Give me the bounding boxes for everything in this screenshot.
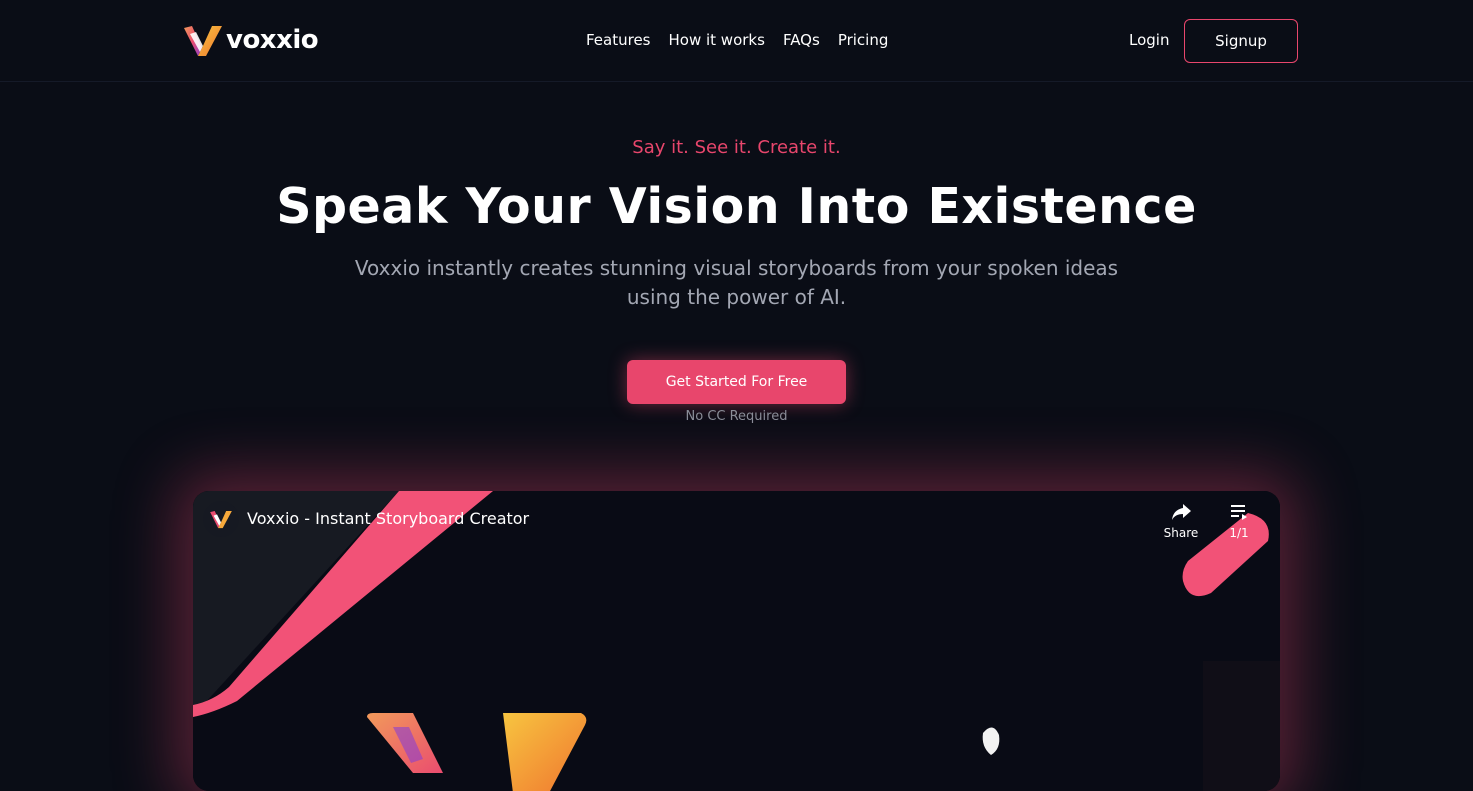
signup-button[interactable]: Signup xyxy=(1184,19,1298,63)
brand-logo[interactable]: voxxio xyxy=(182,22,319,58)
share-label: Share xyxy=(1163,526,1199,540)
main-nav: Features How it works FAQs Pricing xyxy=(586,29,888,51)
nav-item-features[interactable]: Features xyxy=(586,29,651,51)
video-player[interactable]: Voxxio - Instant Storyboard Creator Shar… xyxy=(193,491,1280,791)
share-button[interactable]: Share xyxy=(1159,501,1203,541)
site-header: voxxio Features How it works FAQs Pricin… xyxy=(0,0,1473,82)
voxxio-logo-icon xyxy=(210,511,232,529)
share-arrow-icon xyxy=(1172,504,1191,520)
login-link[interactable]: Login xyxy=(1129,29,1169,51)
voxxio-wordmark-graphic xyxy=(367,713,1000,791)
brand-name: voxxio xyxy=(226,25,319,55)
playlist-icon xyxy=(1231,505,1247,520)
playlist-button[interactable]: 1/1 xyxy=(1219,501,1259,541)
nav-item-how-it-works[interactable]: How it works xyxy=(669,29,765,51)
get-started-button[interactable]: Get Started For Free xyxy=(627,360,846,404)
nav-item-pricing[interactable]: Pricing xyxy=(838,29,889,51)
playlist-count: 1/1 xyxy=(1229,526,1249,540)
hero-headline: Speak Your Vision Into Existence xyxy=(276,178,1197,235)
hero-subheadline: Voxxio instantly creates stunning visual… xyxy=(354,256,1119,309)
video-title[interactable]: Voxxio - Instant Storyboard Creator xyxy=(247,508,529,530)
voxxio-logo-icon xyxy=(184,26,222,56)
nav-item-faqs[interactable]: FAQs xyxy=(783,29,820,51)
channel-avatar[interactable] xyxy=(203,501,239,537)
cta-note: No CC Required xyxy=(685,409,788,424)
hero-tagline: Say it. See it. Create it. xyxy=(632,137,841,158)
